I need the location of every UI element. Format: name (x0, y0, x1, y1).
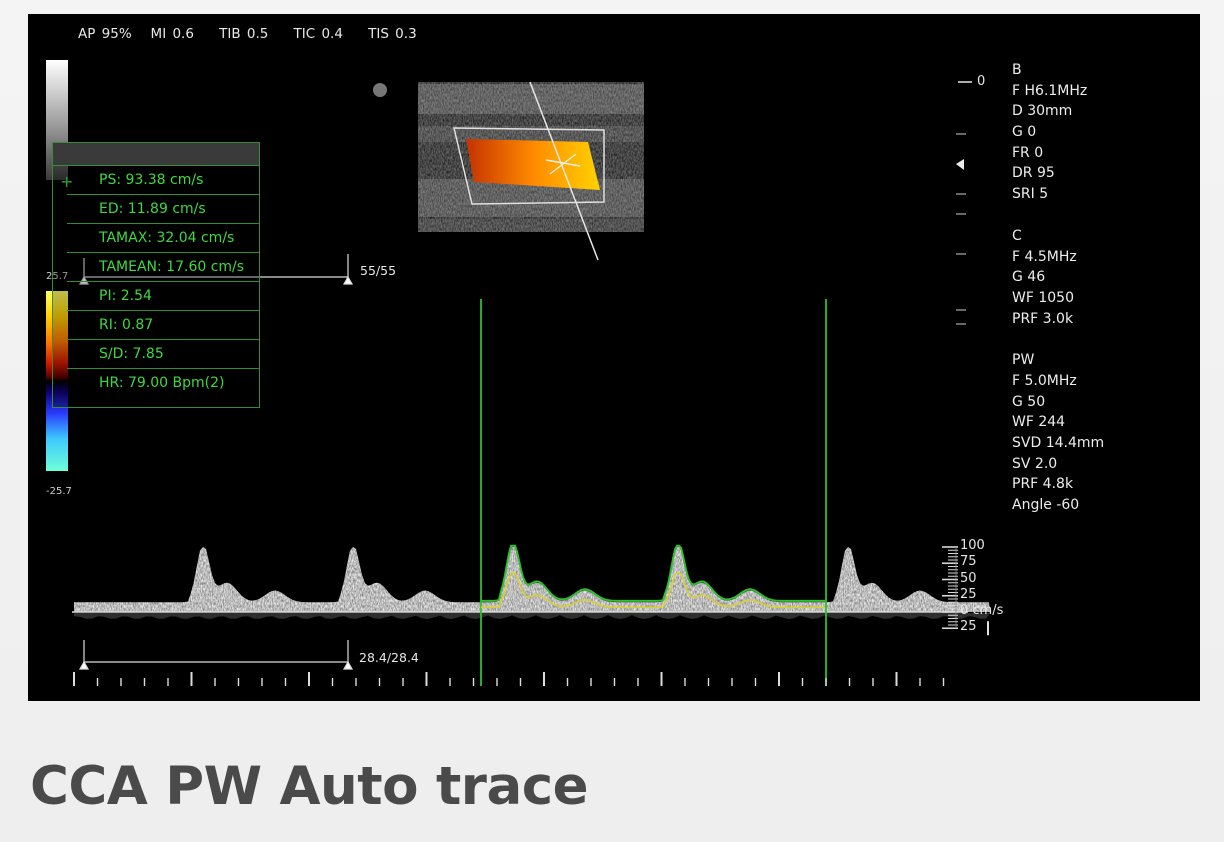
param-line: DR 95 (1012, 165, 1055, 182)
param-line: C (1012, 227, 1022, 244)
velocity-axis-label: 25 (960, 619, 977, 635)
param-block-c: C F 4.5MHz G 46 WF 1050 PRF 3.0k (1012, 226, 1104, 329)
measurement-row: S/D: 7.85 (67, 340, 259, 369)
top-caliper-label: 55/55 (360, 263, 397, 278)
velocity-axis-label: 100 (960, 538, 985, 553)
param-line: WF 1050 (1012, 289, 1074, 306)
param-block-pw: PW F 5.0MHz G 50 WF 244 SVD 14.4mm SV 2.0 PRF … (1012, 350, 1104, 516)
param-line: F H6.1MHz (1012, 82, 1088, 99)
measurement-row: TAMEAN: 17.60 cm/s (67, 253, 259, 282)
param-line: Angle -60 (1012, 497, 1080, 514)
measurement-row: ED: 11.89 cm/s (67, 195, 259, 224)
depth-zero-label: 0 (977, 74, 986, 89)
param-line: SV 2.0 (1012, 455, 1058, 472)
param-line: SRI 5 (1012, 186, 1049, 203)
param-line: PW (1012, 352, 1035, 369)
bottom-caliper-label: 28.4/28.4 (359, 650, 419, 665)
measurement-panel-header (53, 143, 259, 166)
velocity-axis-label: 50 (960, 570, 977, 586)
param-block-b: B F H6.1MHz D 30mm G 0 FR 0 DR 95 SRI 5 (1012, 60, 1104, 205)
param-line: G 0 (1012, 124, 1037, 141)
param-line: F 4.5MHz (1012, 248, 1077, 265)
param-line: PRF 4.8k (1012, 476, 1074, 493)
status-dot (373, 83, 387, 97)
bottom-caliper (78, 640, 354, 670)
param-line: F 5.0MHz (1012, 372, 1077, 389)
param-line: G 46 (1012, 269, 1046, 286)
param-line: G 50 (1012, 393, 1046, 410)
param-line: D 30mm (1012, 103, 1073, 120)
param-line: SVD 14.4mm (1012, 435, 1105, 451)
velocity-axis-label: 75 (960, 554, 977, 570)
param-line: PRF 3.0k (1012, 310, 1074, 327)
measurement-row: TAMAX: 32.04 cm/s (67, 224, 259, 253)
imaging-parameters: B F H6.1MHz D 30mm G 0 FR 0 DR 95 SRI 5 C F 4.5M… (1012, 60, 1104, 537)
ultrasound-screen: AP 95% MI 0.6 TIB 0.5 TIC 0.4 TIS 0.3 25… (28, 14, 1200, 701)
measurement-row: PI: 2.54 (67, 282, 259, 311)
measurement-row: PS: 93.38 cm/s (67, 166, 259, 195)
measurement-row: HR: 79.00 Bpm(2) (99, 375, 225, 391)
param-line: WF 244 (1012, 414, 1066, 431)
b-mode-inset (418, 81, 644, 261)
time-axis-ticks (73, 672, 945, 686)
param-line: B (1012, 62, 1022, 78)
image-caption: CCA PW Auto trace (30, 756, 589, 817)
color-flow-region (466, 139, 600, 190)
param-line: FR 0 (1012, 144, 1044, 161)
velocity-axis-label: 25 (960, 586, 977, 602)
measurement-panel: PS: 93.38 cm/s ED: 11.89 cm/s TAMAX: 32.04… (52, 142, 260, 408)
focus-marker-icon (956, 159, 964, 170)
measurement-row: RI: 0.87 (67, 311, 259, 340)
velocity-axis-label: 0 cm/s (960, 603, 1004, 618)
